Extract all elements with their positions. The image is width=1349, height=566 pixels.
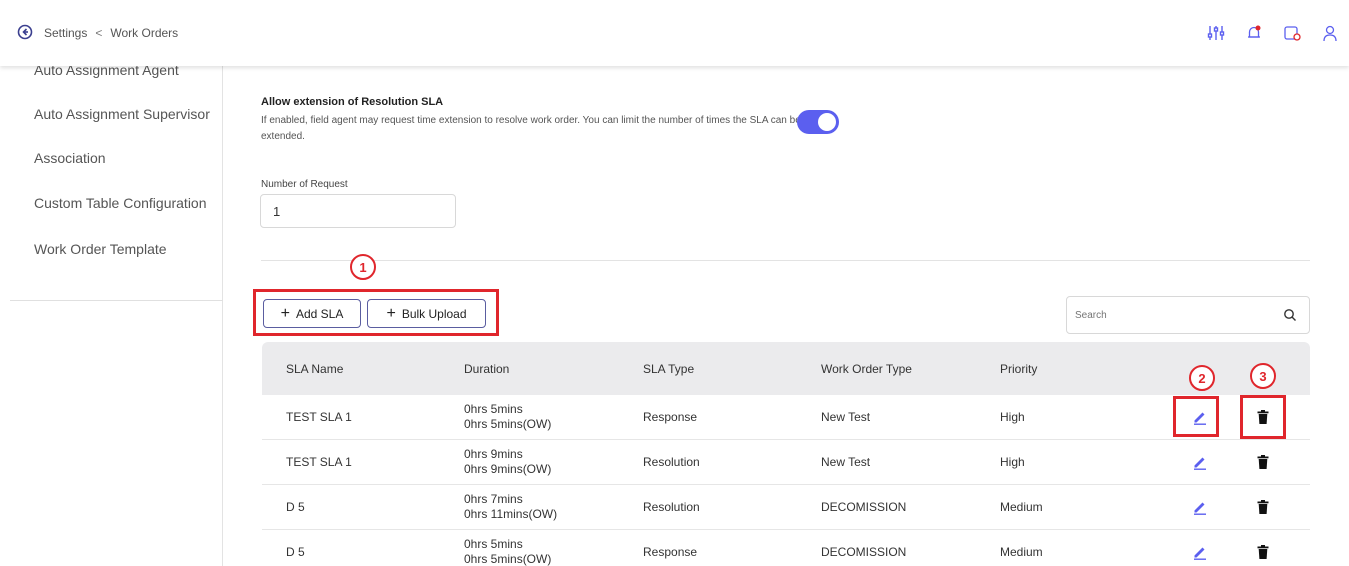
back-icon[interactable] [17,24,33,40]
filter-sliders-icon[interactable] [1197,20,1235,46]
search-icon[interactable] [1283,308,1297,327]
column-header-priority: Priority [1000,361,1038,376]
sla-name-cell: TEST SLA 1 [286,410,352,424]
sla-name-cell: D 5 [286,500,305,514]
delete-icon[interactable] [1257,455,1269,469]
column-header-duration: Duration [464,361,510,376]
duration-cell: 0hrs 5mins 0hrs 5mins(OW) [464,395,551,439]
extension-toggle[interactable] [797,110,839,134]
delete-icon[interactable] [1257,500,1269,514]
duration-value: 0hrs 9mins [464,447,523,461]
sla-type-cell: Resolution [643,500,700,514]
work-order-type-cell: DECOMISSION [821,545,907,559]
duration-ow-value: 0hrs 9mins(OW) [464,462,552,476]
annotation-marker-1: 1 [350,254,376,280]
edit-icon[interactable] [1192,454,1208,470]
breadcrumb-settings[interactable]: Settings [44,26,87,40]
duration-value: 0hrs 7mins [464,492,523,506]
table-header: SLA Name Duration SLA Type Work Order Ty… [262,342,1310,395]
sidebar-item-custom-table-configuration[interactable]: Custom Table Configuration [34,195,207,211]
column-header-sla-name: SLA Name [286,361,344,376]
notification-bell-icon[interactable] [1235,20,1273,46]
add-sla-button[interactable]: + Add SLA [263,299,361,328]
priority-cell: High [1000,410,1025,424]
extension-title: Allow extension of Resolution SLA [261,96,444,108]
sla-type-cell: Response [643,545,698,559]
duration-ow-value: 0hrs 5mins(OW) [464,552,552,566]
work-order-type-cell: New Test [821,410,871,424]
settings-sidebar: Auto Assignment Agent Auto Assignment Su… [10,56,223,566]
priority-cell: Medium [1000,500,1043,514]
sidebar-divider [10,300,223,301]
extension-description: If enabled, field agent may request time… [261,115,801,142]
table-row: D 5 0hrs 7mins 0hrs 11mins(OW) Resolutio… [262,485,1310,530]
add-sla-label: Add SLA [295,306,344,321]
breadcrumb: Settings < Work Orders [44,26,178,40]
delete-icon[interactable] [1257,545,1269,559]
sla-type-cell: Resolution [643,455,700,469]
search-box [1066,296,1310,334]
work-order-type-cell: New Test [821,455,871,469]
breadcrumb-work-orders: Work Orders [110,26,179,40]
duration-ow-value: 0hrs 5mins(OW) [464,417,552,431]
main-content: Allow extension of Resolution SLA If ena… [232,66,1342,566]
number-of-request-input[interactable] [260,194,456,228]
breadcrumb-separator: < [95,26,103,40]
annotation-highlight-2 [1173,396,1219,437]
table-row: D 5 0hrs 5mins 0hrs 5mins(OW) Response D… [262,530,1310,566]
edit-icon[interactable] [1192,544,1208,560]
bulk-upload-button[interactable]: + Bulk Upload [367,299,486,328]
duration-value: 0hrs 5mins [464,402,523,416]
column-header-work-order-type: Work Order Type [821,361,912,376]
duration-cell: 0hrs 7mins 0hrs 11mins(OW) [464,485,557,529]
sla-name-cell: TEST SLA 1 [286,455,352,469]
duration-value: 0hrs 5mins [464,537,523,551]
edit-icon[interactable] [1192,499,1208,515]
priority-cell: High [1000,455,1025,469]
plus-icon: + [280,304,290,322]
column-header-sla-type: SLA Type [643,361,695,376]
table-row: TEST SLA 1 0hrs 5mins 0hrs 5mins(OW) Res… [262,395,1310,440]
toggle-knob [818,113,836,131]
duration-cell: 0hrs 5mins 0hrs 5mins(OW) [464,530,551,566]
number-of-request-label: Number of Request [261,179,348,190]
priority-cell: Medium [1000,545,1043,559]
annotation-marker-2: 2 [1189,365,1215,391]
user-profile-icon[interactable] [1311,20,1349,46]
plus-icon: + [386,304,396,322]
section-divider [261,260,1310,261]
search-input[interactable] [1067,297,1267,333]
sidebar-item-association[interactable]: Association [34,150,106,166]
annotation-highlight-3 [1240,395,1286,439]
sla-type-cell: Response [643,410,698,424]
sidebar-item-auto-assignment-supervisor[interactable]: Auto Assignment Supervisor [34,106,210,122]
bulk-upload-label: Bulk Upload [401,306,467,321]
duration-cell: 0hrs 9mins 0hrs 9mins(OW) [464,440,551,484]
sidebar-item-work-order-template[interactable]: Work Order Template [34,241,167,257]
work-order-type-cell: DECOMISSION [821,500,907,514]
duration-ow-value: 0hrs 11mins(OW) [464,507,558,521]
annotation-marker-3: 3 [1250,363,1276,389]
sla-table: SLA Name Duration SLA Type Work Order Ty… [262,342,1310,566]
sla-name-cell: D 5 [286,545,305,559]
calendar-check-icon[interactable] [1273,20,1311,46]
top-bar: Settings < Work Orders [0,0,1349,66]
table-row: TEST SLA 1 0hrs 9mins 0hrs 9mins(OW) Res… [262,440,1310,485]
